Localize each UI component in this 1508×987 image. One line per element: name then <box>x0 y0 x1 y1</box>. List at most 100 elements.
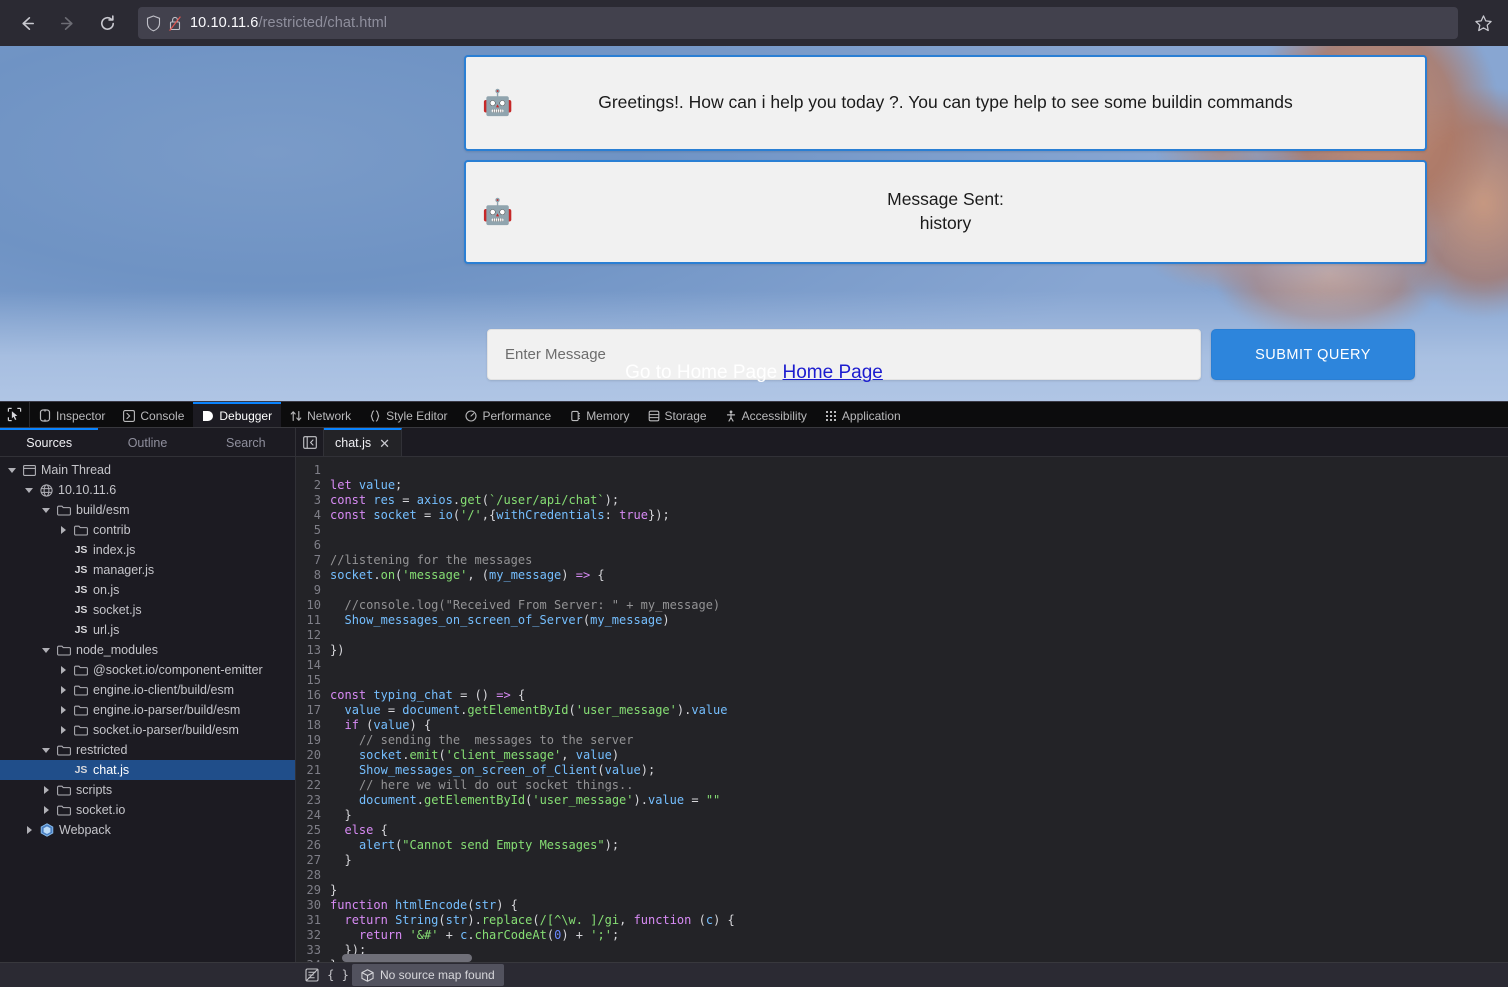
line-number[interactable]: 20 <box>296 748 330 763</box>
close-icon[interactable]: ✕ <box>379 437 390 450</box>
line-number[interactable]: 17 <box>296 703 330 718</box>
line-number[interactable]: 10 <box>296 598 330 613</box>
line-number[interactable]: 19 <box>296 733 330 748</box>
chevron-right-icon[interactable] <box>57 686 69 694</box>
chevron-down-icon[interactable] <box>40 507 52 513</box>
pretty-print-button[interactable]: { } <box>326 964 350 986</box>
source-tree-folder[interactable]: engine.io-parser/build/esm <box>0 700 295 720</box>
devtools-tab-application[interactable]: Application <box>816 402 910 427</box>
line-number[interactable]: 4 <box>296 508 330 523</box>
source-tree-folder[interactable]: contrib <box>0 520 295 540</box>
source-tree-file[interactable]: JS index.js <box>0 540 295 560</box>
source-tree-file[interactable]: JS url.js <box>0 620 295 640</box>
line-number[interactable]: 16 <box>296 688 330 703</box>
tab-outline[interactable]: Outline <box>98 428 196 456</box>
line-number[interactable]: 6 <box>296 538 330 553</box>
devtools-tab-console[interactable]: Console <box>114 402 193 427</box>
line-number[interactable]: 1 <box>296 463 330 478</box>
source-tree-folder[interactable]: Webpack <box>0 820 295 840</box>
line-number[interactable]: 11 <box>296 613 330 628</box>
source-tree-file[interactable]: JS manager.js <box>0 560 295 580</box>
line-number[interactable]: 8 <box>296 568 330 583</box>
address-bar-icons <box>146 14 182 32</box>
chevron-right-icon[interactable] <box>40 786 52 794</box>
chevron-right-icon[interactable] <box>23 826 35 834</box>
collapse-sources-button[interactable] <box>296 428 324 456</box>
devtools-tab-debugger[interactable]: Debugger <box>193 402 282 427</box>
back-button[interactable] <box>10 6 44 40</box>
line-number[interactable]: 25 <box>296 823 330 838</box>
chevron-down-icon[interactable] <box>23 487 35 493</box>
line-number[interactable]: 18 <box>296 718 330 733</box>
line-number[interactable]: 27 <box>296 853 330 868</box>
line-number[interactable]: 31 <box>296 913 330 928</box>
line-number[interactable]: 12 <box>296 628 330 643</box>
source-tree-folder[interactable]: socket.io-parser/build/esm <box>0 720 295 740</box>
chevron-right-icon[interactable] <box>40 806 52 814</box>
source-tree-folder[interactable]: scripts <box>0 780 295 800</box>
code-line: 5 <box>296 523 1508 538</box>
line-number[interactable]: 7 <box>296 553 330 568</box>
code-line-text: Show_messages_on_screen_of_Client(value)… <box>358 763 656 777</box>
editor-horizontal-scrollbar[interactable] <box>342 954 472 962</box>
line-number[interactable]: 13 <box>296 643 330 658</box>
line-number[interactable]: 22 <box>296 778 330 793</box>
line-number[interactable]: 29 <box>296 883 330 898</box>
devtools-tab-inspector[interactable]: Inspector <box>30 402 114 427</box>
source-tree-folder[interactable]: @socket.io/component-emitter <box>0 660 295 680</box>
source-map-status[interactable]: No source map found <box>352 964 504 986</box>
tab-search[interactable]: Search <box>197 428 295 456</box>
source-tree-folder[interactable]: socket.io <box>0 800 295 820</box>
source-tree-file[interactable]: JS socket.js <box>0 600 295 620</box>
reload-button[interactable] <box>90 6 124 40</box>
chevron-right-icon[interactable] <box>57 726 69 734</box>
source-tree-folder[interactable]: node_modules <box>0 640 295 660</box>
chevron-right-icon[interactable] <box>57 706 69 714</box>
line-number[interactable]: 14 <box>296 658 330 673</box>
lock-crossed-icon[interactable] <box>168 15 182 32</box>
line-number[interactable]: 9 <box>296 583 330 598</box>
editor-tab-chat-js[interactable]: chat.js ✕ <box>324 428 403 456</box>
devtools-tab-storage[interactable]: Storage <box>639 402 716 427</box>
line-number[interactable]: 15 <box>296 673 330 688</box>
devtools-tab-accessibility[interactable]: Accessibility <box>716 402 816 427</box>
shield-icon[interactable] <box>146 14 161 32</box>
address-bar[interactable]: 10.10.11.6/restricted/chat.html <box>138 7 1458 39</box>
devtools-tab-performance[interactable]: Performance <box>456 402 560 427</box>
forward-button[interactable] <box>50 6 84 40</box>
chevron-down-icon[interactable] <box>6 467 18 473</box>
chevron-down-icon[interactable] <box>40 747 52 753</box>
devtools-tab-network[interactable]: Network <box>281 402 360 427</box>
line-number[interactable]: 34 <box>296 958 330 962</box>
line-number[interactable]: 28 <box>296 868 330 883</box>
line-number[interactable]: 24 <box>296 808 330 823</box>
line-number[interactable]: 26 <box>296 838 330 853</box>
tab-sources[interactable]: Sources <box>0 428 99 456</box>
line-number[interactable]: 23 <box>296 793 330 808</box>
source-tree-file[interactable]: JS chat.js <box>0 760 295 780</box>
line-number[interactable]: 5 <box>296 523 330 538</box>
bookmark-button[interactable] <box>1468 8 1498 38</box>
source-tree-file[interactable]: JS on.js <box>0 580 295 600</box>
line-number[interactable]: 33 <box>296 943 330 958</box>
line-number[interactable]: 32 <box>296 928 330 943</box>
code-line: 8 socket.on('message', (my_message) => { <box>296 568 1508 583</box>
chevron-right-icon[interactable] <box>57 526 69 534</box>
devtools-tab-style-editor[interactable]: Style Editor <box>360 402 456 427</box>
line-number[interactable]: 21 <box>296 763 330 778</box>
code-editor[interactable]: 1 2 let value; 3 const res = axios.get(`/use… <box>296 457 1508 962</box>
home-page-link[interactable]: Home Page <box>783 362 883 383</box>
disable-pretty-print-button[interactable] <box>300 964 324 986</box>
line-number[interactable]: 3 <box>296 493 330 508</box>
source-tree-folder[interactable]: 10.10.11.6 <box>0 480 295 500</box>
devtools-tab-memory[interactable]: Memory <box>560 402 638 427</box>
chevron-down-icon[interactable] <box>40 647 52 653</box>
chevron-right-icon[interactable] <box>57 666 69 674</box>
source-tree-folder[interactable]: engine.io-client/build/esm <box>0 680 295 700</box>
element-picker-button[interactable] <box>0 402 30 427</box>
source-tree-folder[interactable]: restricted <box>0 740 295 760</box>
line-number[interactable]: 30 <box>296 898 330 913</box>
source-tree-folder[interactable]: build/esm <box>0 500 295 520</box>
source-tree-folder[interactable]: Main Thread <box>0 460 295 480</box>
line-number[interactable]: 2 <box>296 478 330 493</box>
